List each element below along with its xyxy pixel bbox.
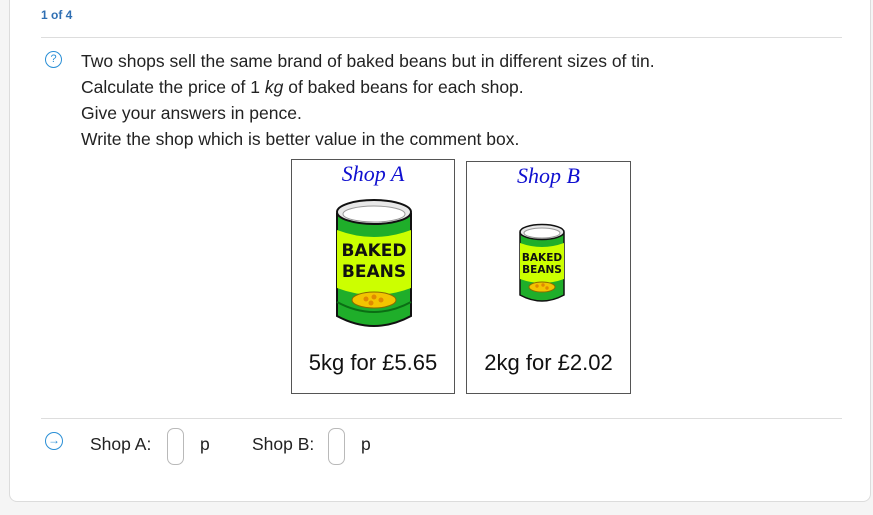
arrow-right-circle-icon: → — [45, 432, 63, 450]
shop-b-price: 2kg for £2.02 — [484, 350, 613, 375]
tin-b-label-top: BAKED — [522, 252, 562, 264]
question-line-3: Give your answers in pence. — [81, 103, 302, 123]
question-line-2-start: Calculate the price of 1 — [81, 77, 265, 97]
shop-a-answer-label: Shop A: — [90, 434, 152, 454]
question-text: Two shops sell the same brand of baked b… — [81, 48, 655, 152]
top-divider — [41, 37, 842, 38]
shop-b-unit: p — [361, 434, 371, 454]
tin-a-label-top: BAKED — [341, 241, 406, 261]
question-line-2: Calculate the price of 1 kg of baked bea… — [81, 74, 655, 100]
question-line-1: Two shops sell the same brand of baked b… — [81, 51, 655, 71]
shop-b-name: Shop B — [517, 163, 580, 188]
question-counter: 1 of 4 — [41, 8, 73, 22]
shop-a-answer-input[interactable] — [167, 428, 184, 465]
shop-b-panel: Shop B BAKED BEANS 2kg for £2.02 — [466, 161, 631, 394]
shop-a-price: 5kg for £5.65 — [308, 350, 438, 375]
baked-beans-tin-large-icon: BAKED BEANS — [336, 199, 412, 327]
question-circle-icon: ? — [45, 51, 62, 68]
tin-a-label-bottom: BEANS — [342, 262, 406, 282]
question-line-2-end: of baked beans for each shop. — [283, 77, 524, 97]
shop-b-answer-label: Shop B: — [252, 434, 315, 454]
answer-divider — [41, 418, 842, 419]
shop-a-unit: p — [200, 434, 210, 454]
shop-b-answer-input[interactable] — [328, 428, 345, 465]
tin-b-label-bottom: BEANS — [522, 264, 562, 276]
shop-a-name: Shop A — [341, 161, 405, 186]
baked-beans-tin-small-icon: BAKED BEANS — [519, 223, 565, 302]
question-card: 1 of 4 ? Two shops sell the same brand o… — [9, 0, 871, 502]
question-line-4: Write the shop which is better value in … — [81, 129, 520, 149]
unit-kg: kg — [264, 77, 284, 97]
shop-a-panel: Shop A BAKED BEANS 5kg for £5.65 — [291, 159, 455, 394]
